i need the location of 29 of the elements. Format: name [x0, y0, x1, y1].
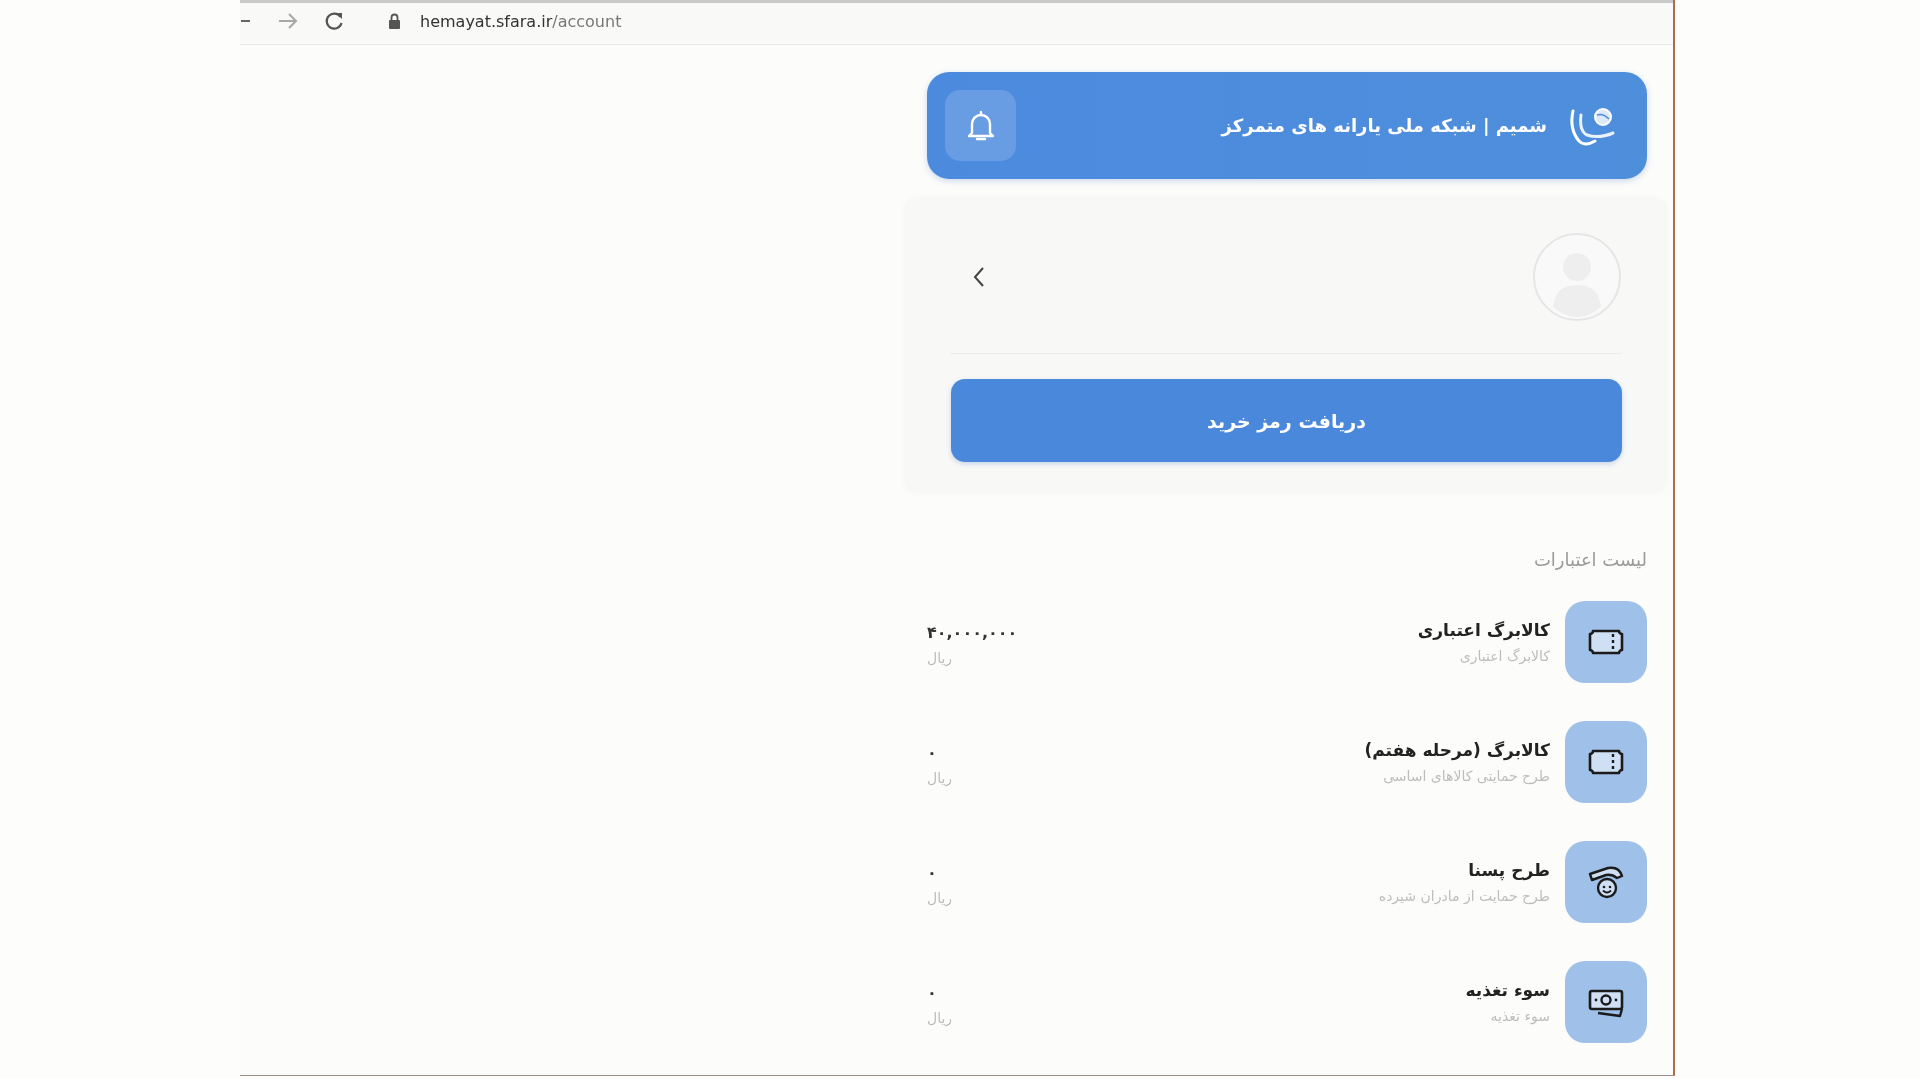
- hand-over-face-icon: [1565, 841, 1647, 923]
- chevron-left-icon[interactable]: [972, 265, 986, 288]
- credit-title: سوء تغذیه: [1465, 980, 1550, 1000]
- currency-label: ریال: [927, 889, 953, 906]
- notification-button[interactable]: [945, 90, 1016, 161]
- get-purchase-code-button[interactable]: دریافت رمز خرید: [951, 379, 1622, 462]
- currency-label: ریال: [927, 649, 953, 666]
- credit-title: کالابرگ اعتباری: [1417, 620, 1550, 640]
- credit-amount: ۰: [927, 742, 937, 762]
- reload-icon[interactable]: [324, 11, 344, 31]
- credits-list-title: لیست اعتبارات: [1533, 549, 1647, 570]
- address-bar-url[interactable]: hemayat.sfara.ir/account: [420, 11, 622, 31]
- credit-subtitle: طرح حمایت از مادران شیرده: [1378, 888, 1550, 904]
- ticket-icon: [1565, 721, 1647, 803]
- ticket-icon: [1565, 601, 1647, 683]
- bell-icon: [965, 109, 996, 142]
- banknote-icon: [1565, 961, 1647, 1043]
- credit-amount: ۴۰,۰۰۰,۰۰۰: [927, 622, 1018, 642]
- credit-subtitle: سوء تغذیه: [1490, 1008, 1550, 1024]
- currency-label: ریال: [927, 769, 953, 786]
- credit-subtitle: کالابرگ اعتباری: [1459, 648, 1550, 664]
- app-title: شمیم | شبکه ملی یارانه های متمرکز: [1221, 115, 1547, 136]
- lock-icon[interactable]: [388, 13, 401, 29]
- credit-subtitle: طرح حمایتی کالاهای اساسی: [1383, 768, 1550, 784]
- credit-title: کالابرگ (مرحله هفتم): [1364, 740, 1550, 760]
- credit-title: طرح پسنا: [1468, 860, 1550, 880]
- credit-amount: ۰: [927, 982, 937, 1002]
- currency-label: ریال: [927, 1009, 953, 1026]
- credit-amount: ۰: [927, 862, 937, 882]
